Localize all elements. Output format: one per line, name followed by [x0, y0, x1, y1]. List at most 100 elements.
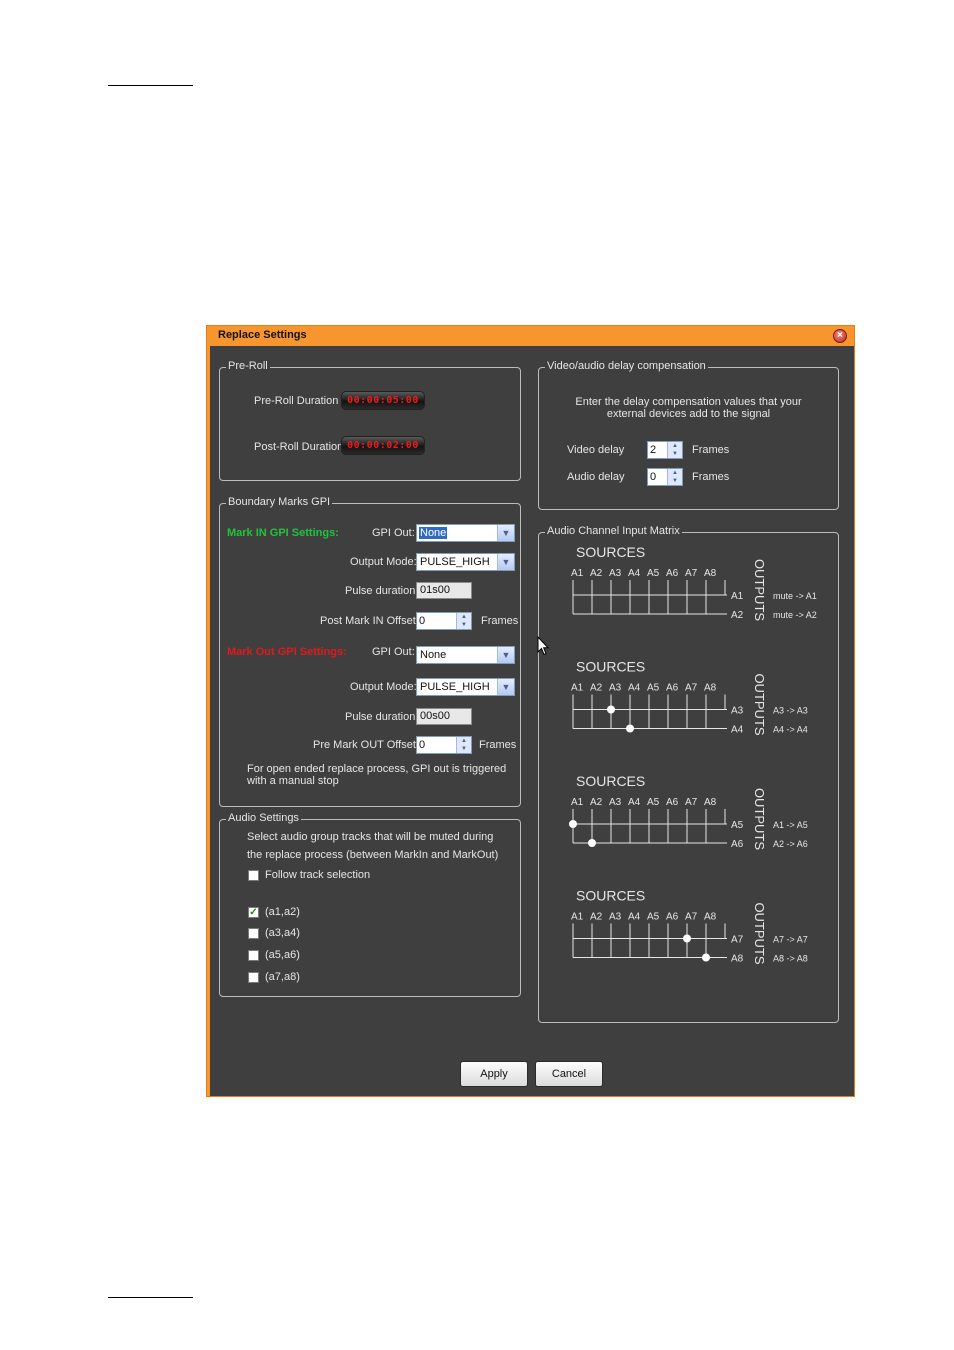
- group-a3-a4-checkbox[interactable]: [248, 928, 259, 939]
- source-channel-label: A5: [647, 797, 660, 808]
- follow-track-label: Follow track selection: [265, 869, 371, 881]
- chevron-up-icon[interactable]: ▲: [457, 613, 471, 621]
- output-channel-label: A5: [731, 820, 744, 831]
- audio-matrix-diagram[interactable]: SOURCES A1 A2 A3 A4 A5 A6 A7 A8 A1 mute -> A1 A2 mut…: [539, 533, 838, 1022]
- source-channel-label: A4: [628, 683, 641, 694]
- source-channel-label: A2: [590, 797, 603, 808]
- route-dot[interactable]: [607, 705, 615, 714]
- source-channel-label: A2: [590, 568, 603, 579]
- source-channel-label: A1: [571, 797, 584, 808]
- source-channel-label: A4: [628, 797, 641, 808]
- audio-matrix-group: Audio Channel Input Matrix SOURCES A1 A2 A3…: [538, 525, 839, 1023]
- group-a5-a6-checkbox[interactable]: [248, 950, 259, 961]
- post-mark-in-frames-label: Frames: [481, 615, 519, 627]
- mark-in-output-mode-select[interactable]: PULSE_HIGH ▼: [416, 553, 515, 571]
- route-label: A4 -> A4: [773, 725, 808, 735]
- route-dot[interactable]: [683, 934, 691, 943]
- preroll-duration-display[interactable]: 00:00:05:00: [341, 391, 425, 410]
- chevron-down-icon[interactable]: ▼: [497, 525, 514, 541]
- source-channel-label: A3: [609, 683, 622, 694]
- route-dot[interactable]: [569, 820, 577, 828]
- close-icon[interactable]: ×: [833, 329, 847, 343]
- audio-delay-frames-label: Frames: [692, 471, 730, 483]
- chevron-up-icon[interactable]: ▲: [457, 737, 471, 745]
- route-dot[interactable]: [626, 724, 634, 733]
- group-a7-a8-label: (a7,a8): [265, 971, 300, 983]
- chevron-down-icon[interactable]: ▼: [668, 477, 682, 485]
- pre-mark-out-offset-stepper[interactable]: 0 ▲ ▼: [416, 736, 472, 754]
- source-channel-label: A7: [685, 683, 698, 694]
- audio-delay-stepper[interactable]: 0 ▲ ▼: [647, 468, 683, 486]
- output-channel-label: A8: [731, 954, 744, 965]
- title-bar[interactable]: Replace Settings ×: [207, 326, 854, 346]
- mark-out-output-mode-select[interactable]: PULSE_HIGH ▼: [416, 678, 515, 696]
- mark-out-output-mode-label: Output Mode:: [350, 681, 417, 693]
- gpi-note-line1: For open ended replace process, GPI out …: [247, 763, 507, 775]
- chevron-down-icon[interactable]: ▼: [668, 450, 682, 458]
- cancel-button[interactable]: Cancel: [535, 1061, 603, 1087]
- mark-out-pulse-duration-label: Pulse duration:: [345, 711, 419, 723]
- preroll-duration-label: Pre-Roll Duration: [254, 395, 339, 407]
- chevron-down-icon[interactable]: ▼: [497, 554, 514, 570]
- pre-mark-out-offset-label: Pre Mark OUT Offset:: [313, 739, 419, 751]
- video-delay-frames-label: Frames: [692, 444, 730, 456]
- mark-in-output-mode-label: Output Mode:: [350, 556, 417, 568]
- preroll-group-title: Pre-Roll: [226, 360, 270, 372]
- audio-settings-group: Audio Settings Select audio group tracks…: [219, 812, 521, 997]
- route-dot[interactable]: [702, 953, 710, 962]
- post-mark-in-offset-stepper[interactable]: 0 ▲ ▼: [416, 612, 472, 630]
- chevron-up-icon[interactable]: ▲: [668, 469, 682, 477]
- route-label: A1 -> A5: [773, 820, 808, 830]
- source-channel-label: A7: [685, 568, 698, 579]
- mark-in-gpi-out-select[interactable]: None ▼: [416, 524, 515, 542]
- mark-out-pulse-duration-field[interactable]: 00s00: [416, 708, 472, 725]
- chevron-up-icon[interactable]: ▲: [668, 442, 682, 450]
- source-channel-label: A4: [628, 912, 641, 923]
- stepper-buttons: ▲ ▼: [667, 469, 682, 485]
- source-channel-label: A8: [704, 568, 717, 579]
- chevron-down-icon[interactable]: ▼: [497, 679, 514, 695]
- audio-settings-title: Audio Settings: [226, 812, 301, 824]
- apply-button[interactable]: Apply: [460, 1061, 528, 1087]
- source-channel-label: A1: [571, 683, 584, 694]
- output-channel-label: A6: [731, 839, 744, 850]
- mark-in-heading: Mark IN GPI Settings:: [227, 527, 339, 539]
- source-channel-label: A5: [647, 912, 660, 923]
- chevron-down-icon[interactable]: ▼: [497, 647, 514, 663]
- source-channel-label: A8: [704, 797, 717, 808]
- source-channel-label: A3: [609, 797, 622, 808]
- source-channel-label: A6: [666, 797, 679, 808]
- video-delay-stepper[interactable]: 2 ▲ ▼: [647, 441, 683, 459]
- mark-in-pulse-duration-field[interactable]: 01s00: [416, 582, 472, 599]
- chevron-down-icon[interactable]: ▼: [457, 745, 471, 753]
- delay-compensation-group: Video/audio delay compensation Enter the…: [538, 360, 839, 510]
- follow-track-checkbox[interactable]: [248, 870, 259, 881]
- mark-out-output-mode-value: PULSE_HIGH: [420, 681, 490, 693]
- gpi-group: Boundary Marks GPI Mark IN GPI Settings:…: [219, 496, 521, 807]
- header-rule: [108, 85, 193, 86]
- audio-desc-line1: Select audio group tracks that will be m…: [247, 831, 494, 843]
- route-label: A8 -> A8: [773, 954, 808, 964]
- window-title: Replace Settings: [218, 329, 307, 341]
- gpi-group-title: Boundary Marks GPI: [226, 496, 333, 508]
- audio-desc-line2: the replace process (between MarkIn and …: [247, 849, 499, 861]
- post-mark-in-offset-label: Post Mark IN Offset:: [320, 615, 419, 627]
- mark-in-gpi-out-label: GPI Out:: [372, 527, 415, 539]
- source-channel-label: A3: [609, 568, 622, 579]
- outputs-label: OUTPUTS: [752, 902, 767, 964]
- group-a7-a8-checkbox[interactable]: [248, 972, 259, 983]
- source-channel-label: A8: [704, 912, 717, 923]
- chevron-down-icon[interactable]: ▼: [457, 621, 471, 629]
- source-channel-label: A8: [704, 683, 717, 694]
- route-label: mute -> A2: [773, 610, 817, 620]
- route-dot[interactable]: [588, 839, 596, 847]
- source-channel-label: A1: [571, 568, 584, 579]
- window-left-edge: [207, 326, 210, 1096]
- stepper-buttons: ▲ ▼: [667, 442, 682, 458]
- audio-delay-value: 0: [650, 471, 657, 483]
- output-channel-label: A4: [731, 725, 744, 736]
- footer-rule: [108, 1297, 193, 1298]
- postroll-duration-display[interactable]: 00:00:02:00: [341, 436, 425, 455]
- mark-out-gpi-out-select[interactable]: None ▼: [416, 646, 515, 664]
- group-a1-a2-checkbox[interactable]: ✓: [248, 907, 259, 918]
